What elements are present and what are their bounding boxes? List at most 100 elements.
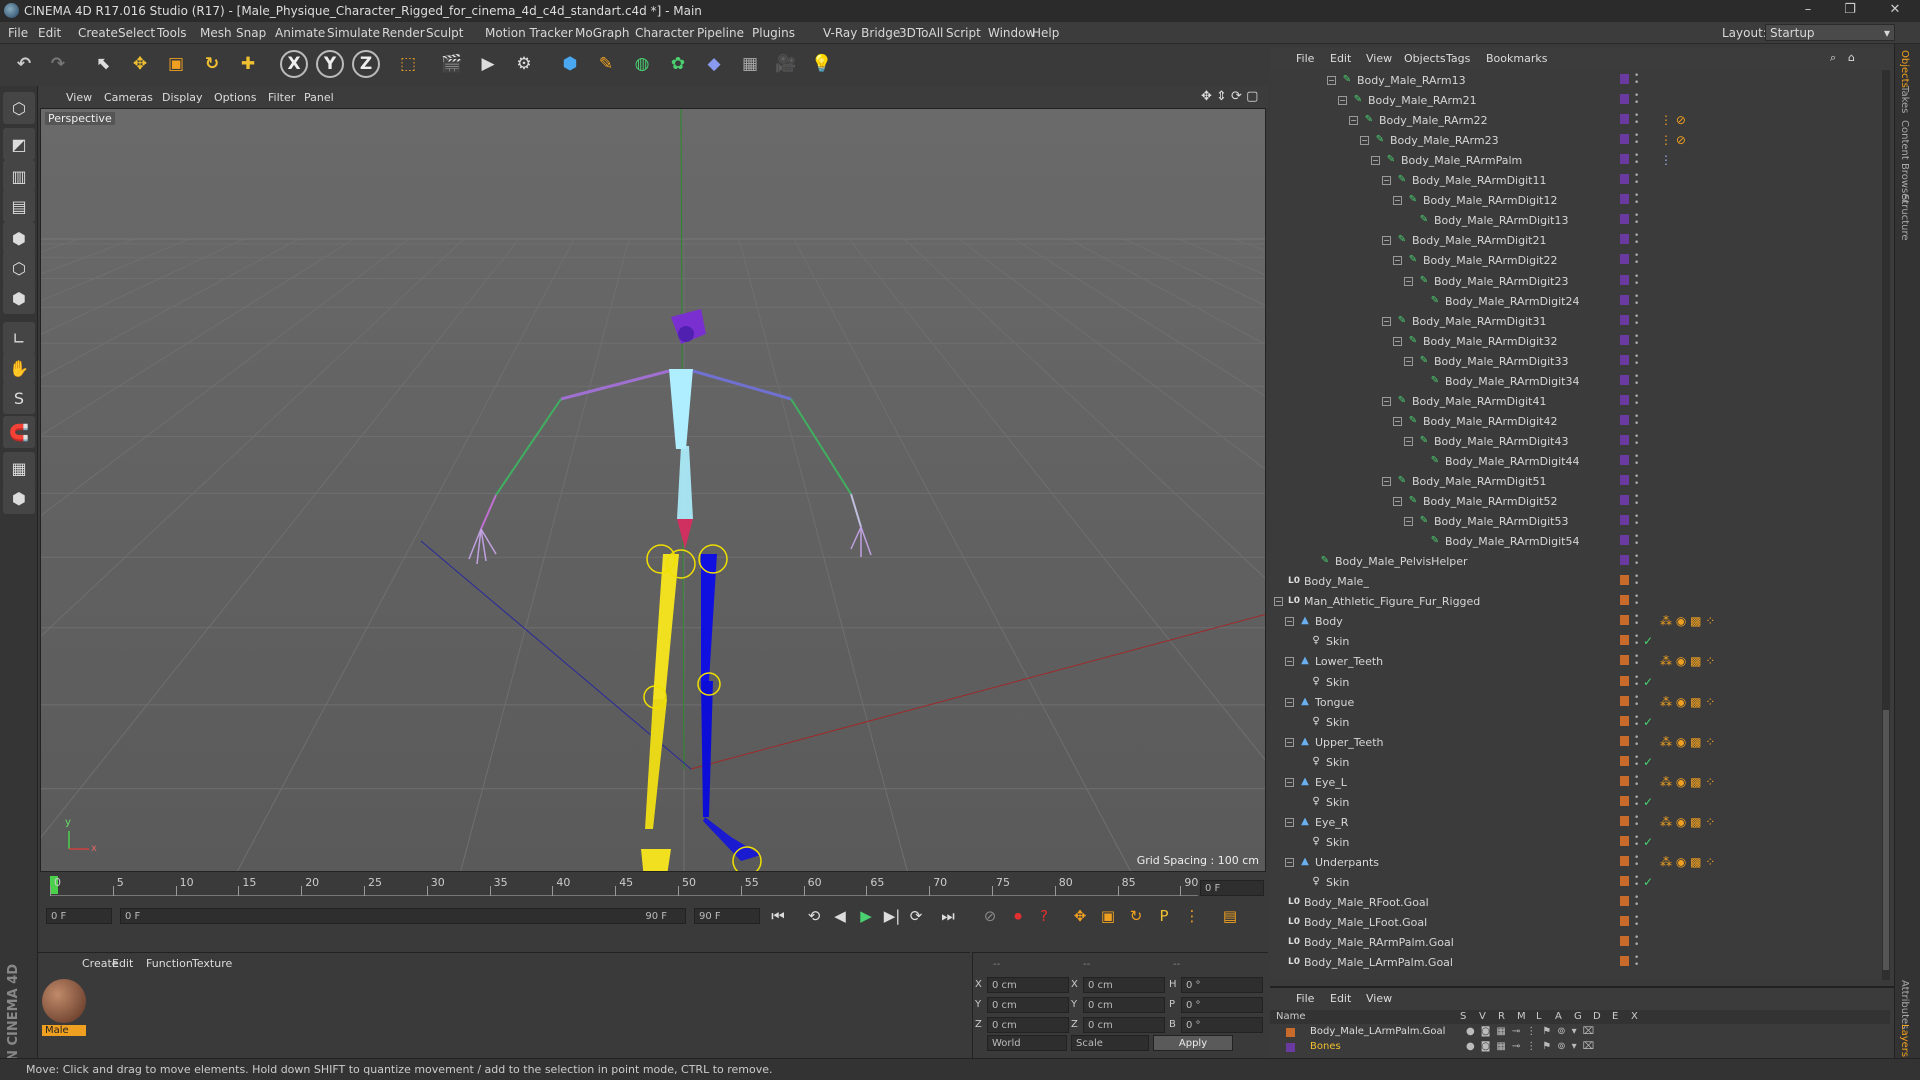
layer-color-swatch[interactable] [1620, 154, 1629, 165]
object-row[interactable]: − ▲ Body • • ⁂ ◉ ▩ ⁘ [1270, 611, 1890, 631]
material-tags-icon[interactable]: ⁂ ◉ ▩ ⁘ [1660, 775, 1715, 789]
visibility-dots[interactable]: • • [1634, 473, 1640, 489]
object-name[interactable]: Body_Male_PelvisHelper [1335, 555, 1468, 568]
viewport-menu-options[interactable]: Options [214, 91, 256, 104]
layer-color-swatch[interactable] [1620, 254, 1629, 265]
visibility-dots[interactable]: • • [1634, 673, 1640, 689]
rotate-key-icon[interactable]: ↻ [1124, 904, 1148, 928]
move-key-icon[interactable]: ✥ [1068, 904, 1092, 928]
previous-key-icon[interactable]: ⟲ [802, 904, 826, 928]
object-name[interactable]: Body_Male_RArmDigit11 [1412, 174, 1546, 187]
layer-color-swatch[interactable] [1620, 134, 1629, 145]
object-row[interactable]: − ✎ Body_Male_RArmPalm • • ⋮ [1270, 150, 1890, 170]
side-tab-content-browser[interactable]: Content Browser [1899, 120, 1910, 203]
visibility-dots[interactable]: • • [1634, 653, 1640, 669]
param-key-icon[interactable]: P [1152, 904, 1176, 928]
layer-color-swatch[interactable] [1620, 434, 1629, 445]
object-row[interactable]: − ✎ Body_Male_RArmDigit33 • • [1270, 351, 1890, 371]
object-name[interactable]: Eye_R [1315, 816, 1348, 829]
expand-toggle[interactable]: − [1285, 737, 1294, 747]
object-row[interactable]: − ▲ Tongue • • ⁂ ◉ ▩ ⁘ [1270, 692, 1890, 712]
go-to-start-icon[interactable]: ⏮ [766, 904, 790, 928]
side-tab-objects[interactable]: Objects [1899, 50, 1910, 88]
object-menu-bookmarks[interactable]: Bookmarks [1486, 52, 1547, 65]
object-row[interactable]: ♀ Skin • • ✓ [1270, 712, 1890, 732]
object-name[interactable]: Body_Male_RArm13 [1357, 74, 1466, 87]
object-row[interactable]: − ✎ Body_Male_RArmDigit23 • • [1270, 271, 1890, 291]
expand-toggle[interactable]: − [1393, 196, 1402, 206]
object-name[interactable]: Skin [1326, 836, 1349, 849]
layer-toggle-icons[interactable]: ●◙▦⊸⋮⚑⊚▾⌧ [1466, 1041, 1600, 1052]
layer-column-header[interactable]: G [1574, 1011, 1582, 1022]
side-tab-structure[interactable]: Structure [1899, 194, 1910, 241]
layer-color-swatch[interactable] [1620, 835, 1629, 846]
expand-toggle[interactable]: − [1360, 136, 1369, 146]
layer-color-swatch[interactable] [1620, 615, 1629, 626]
object-row[interactable]: − ✎ Body_Male_RArmDigit32 • • [1270, 331, 1890, 351]
menu-render[interactable]: Render [382, 26, 425, 40]
layer-menu-file[interactable]: File [1296, 992, 1314, 1005]
material-tags-icon[interactable]: ⁂ ◉ ▩ ⁘ [1660, 614, 1715, 628]
visibility-dots[interactable]: • • [1634, 894, 1640, 910]
layer-column-header[interactable]: L [1536, 1011, 1542, 1022]
expand-toggle[interactable]: − [1285, 817, 1294, 827]
material-preview-male[interactable] [42, 979, 86, 1023]
object-row[interactable]: ♀ Skin • • ✓ [1270, 672, 1890, 692]
autokey-icon[interactable]: ⏺ [1006, 904, 1030, 928]
light-icon[interactable]: 💡 [806, 48, 838, 80]
expand-toggle[interactable]: − [1404, 276, 1413, 286]
expand-toggle[interactable]: − [1285, 777, 1294, 787]
model-mode-icon[interactable]: ⬡ [3, 92, 35, 124]
object-row[interactable]: − ▲ Underpants • • ⁂ ◉ ▩ ⁘ [1270, 852, 1890, 872]
viewport-menu-panel[interactable]: Panel [304, 91, 334, 104]
tweak-icon[interactable]: ✋ [3, 352, 35, 384]
menu-animate[interactable]: Animate [275, 26, 325, 40]
expand-toggle[interactable]: − [1404, 356, 1413, 366]
enabled-check-icon[interactable]: ✓ [1643, 715, 1653, 729]
visibility-dots[interactable]: • • [1634, 833, 1640, 849]
viewport-perspective[interactable]: Perspective Grid Spacing : 100 cm y x [40, 108, 1266, 872]
live-select-icon[interactable]: ⬉ [88, 48, 120, 80]
visibility-dots[interactable]: • • [1634, 573, 1640, 589]
layer-menu-view[interactable]: View [1366, 992, 1392, 1005]
visibility-dots[interactable]: • • [1634, 533, 1640, 549]
object-row[interactable]: − ✎ Body_Male_RArm21 • • [1270, 90, 1890, 110]
object-name[interactable]: Skin [1326, 796, 1349, 809]
expand-toggle[interactable]: − [1285, 697, 1294, 707]
visibility-dots[interactable]: • • [1634, 452, 1640, 468]
object-name[interactable]: Upper_Teeth [1315, 736, 1383, 749]
ik-tag-icon[interactable]: ⋮ ⊘ [1660, 133, 1686, 147]
cube-icon[interactable]: ⬢ [554, 48, 586, 80]
move-icon[interactable]: ✥ [124, 48, 156, 80]
menu-snap[interactable]: Snap [236, 26, 266, 40]
visibility-dots[interactable]: • • [1634, 593, 1640, 609]
layer-color-swatch[interactable] [1620, 234, 1629, 245]
visibility-dots[interactable]: • • [1634, 693, 1640, 709]
layer-color-swatch[interactable] [1620, 855, 1629, 866]
layer-color-swatch[interactable] [1620, 114, 1629, 125]
object-name[interactable]: Body_Male_RArmDigit53 [1434, 515, 1568, 528]
layer-color-swatch[interactable] [1620, 795, 1629, 806]
object-name[interactable]: Skin [1326, 716, 1349, 729]
layer-color-swatch[interactable] [1620, 515, 1629, 526]
object-name[interactable]: Body_Male_RArmPalm [1401, 154, 1522, 167]
layer-column-header[interactable]: M [1517, 1011, 1526, 1022]
render-picture-viewer-icon[interactable]: ▶ [472, 48, 504, 80]
rotate-icon[interactable]: ↻ [196, 48, 228, 80]
menu-script[interactable]: Script [946, 26, 981, 40]
layer-color-swatch[interactable] [1620, 896, 1629, 907]
redo-icon[interactable]: ↷ [42, 48, 74, 80]
layer-color-swatch[interactable] [1620, 314, 1629, 325]
visibility-dots[interactable]: • • [1634, 853, 1640, 869]
loop-icon[interactable]: ⟳ [904, 904, 928, 928]
visibility-dots[interactable]: • • [1634, 312, 1640, 328]
object-row[interactable]: − ✎ Body_Male_RArmDigit52 • • [1270, 491, 1890, 511]
layer-name[interactable]: Bones [1310, 1041, 1341, 1052]
object-row[interactable]: − L0 Man_Athletic_Figure_Fur_Rigged • • [1270, 591, 1890, 611]
object-row[interactable]: ✎ Body_Male_RArmDigit44 • • [1270, 451, 1890, 471]
go-to-end-icon[interactable]: ⏭ [936, 904, 960, 928]
object-row[interactable]: − ▲ Upper_Teeth • • ⁂ ◉ ▩ ⁘ [1270, 732, 1890, 752]
end-field[interactable]: 0 F [1200, 880, 1264, 896]
object-name[interactable]: Body_Male_RArmPalm.Goal [1304, 936, 1454, 949]
object-name[interactable]: Body_Male_RArm21 [1368, 94, 1477, 107]
